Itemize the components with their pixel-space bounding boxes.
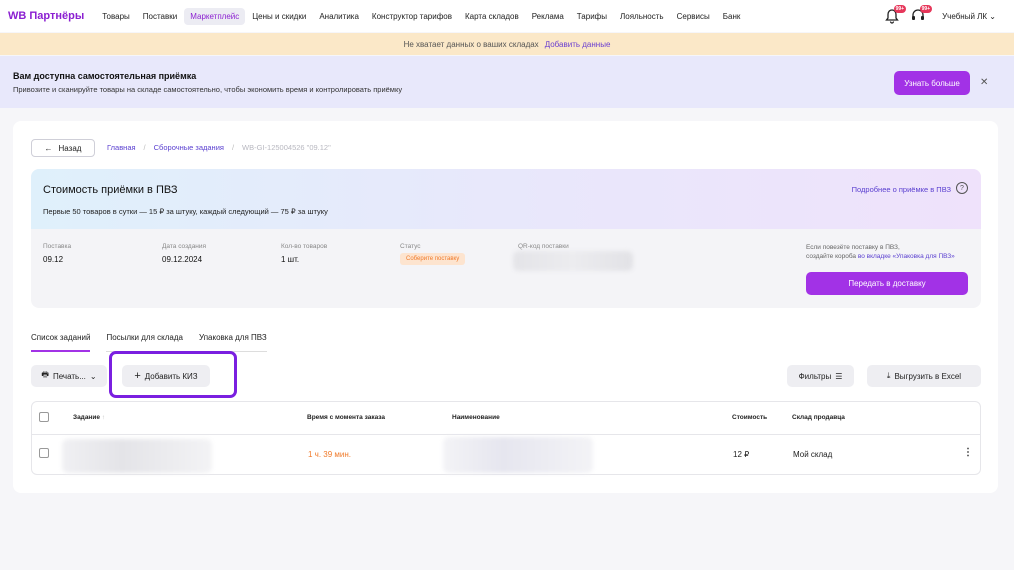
nav-item-prices[interactable]: Цены и скидки	[246, 8, 312, 25]
nav-item-supplies[interactable]: Поставки	[137, 8, 183, 25]
print-button[interactable]: 🖶 Печать... ⌄	[31, 365, 107, 387]
breadcrumb-current: WB-GI-125004526 "09.12"	[242, 143, 331, 152]
cost-title: Стоимость приёмки в ПВЗ	[43, 184, 178, 196]
col-header-task-label: Задание	[73, 414, 100, 421]
pvz-cost-block: Стоимость приёмки в ПВЗ Первые 50 товаро…	[31, 169, 981, 308]
col-header-time: Время с момента заказа	[307, 414, 386, 421]
breadcrumb-separator: /	[231, 143, 235, 152]
col-header-price: Стоимость	[732, 414, 768, 421]
field-value: 1 шт.	[281, 255, 300, 264]
qr-code-blurred	[513, 251, 633, 271]
chevron-down-icon: ⌄	[89, 371, 97, 381]
field-supply: Поставка 09.12	[43, 243, 71, 264]
sort-arrow-icon: ↑	[101, 414, 106, 421]
plus-icon: +	[134, 370, 141, 382]
field-label: QR-код поставки	[518, 243, 569, 250]
nav-item-tariffs[interactable]: Тарифы	[571, 8, 613, 25]
filters-button[interactable]: Фильтры ☰	[787, 365, 854, 387]
col-header-task[interactable]: Задание ↑	[73, 414, 105, 421]
print-label: Печать...	[52, 371, 86, 381]
field-label: Кол-во товаров	[281, 243, 328, 250]
transfer-to-delivery-button[interactable]: Передать в доставку	[806, 272, 968, 295]
notification-badge: 99+	[893, 5, 907, 13]
add-data-link[interactable]: Добавить данные	[545, 40, 611, 49]
field-label: Статус	[400, 243, 421, 250]
support-icon[interactable]: 99+	[910, 5, 933, 24]
tabs: Список заданий Посылки для склада Упаков…	[31, 333, 283, 352]
back-button[interactable]: ← Назад	[31, 139, 95, 157]
add-kiz-button[interactable]: + Добавить КИЗ	[122, 365, 210, 387]
add-kiz-label: Добавить КИЗ	[144, 371, 198, 381]
row-warehouse: Мой склад	[793, 450, 833, 459]
field-value: 09.12	[43, 255, 64, 264]
warning-text: Не хватает данных о ваших складах	[403, 39, 539, 49]
pvz-details-link[interactable]: Подробнее о приёмке в ПВЗ	[852, 185, 951, 194]
sliders-icon: ☰	[835, 371, 843, 381]
tab-task-list[interactable]: Список заданий	[31, 333, 91, 352]
field-created-date: Дата создания 09.12.2024	[162, 243, 206, 264]
field-label: Дата создания	[162, 243, 207, 250]
nav-right: 99+ 99+ Учебный ЛК ⌄	[884, 5, 996, 26]
tab-pvz-packaging[interactable]: Упаковка для ПВЗ	[198, 333, 267, 352]
pvz-note: Если повезёте поставку в ПВЗ, создайте к…	[806, 243, 955, 261]
breadcrumb-home[interactable]: Главная	[107, 143, 136, 152]
arrow-left-icon: ←	[44, 143, 53, 153]
product-name-blurred	[443, 437, 593, 473]
cost-subtitle: Первые 50 товаров в сутки — 15 ₽ за штук…	[43, 207, 328, 216]
nav-item-marketplace[interactable]: Маркетплейс	[184, 7, 246, 25]
bell-icon[interactable]: 99+	[884, 5, 907, 24]
col-header-warehouse: Склад продавца	[792, 414, 845, 421]
col-header-name: Наименование	[452, 414, 500, 421]
banner-text: Привозите и сканируйте товары на складе …	[13, 85, 403, 94]
question-icon[interactable]: ?	[956, 182, 968, 194]
chevron-down-icon: ⌄	[989, 11, 996, 21]
nav-item-bank[interactable]: Банк	[717, 8, 747, 25]
task-id-blurred	[62, 439, 212, 473]
row-checkbox[interactable]	[39, 448, 49, 458]
nav-item-ads[interactable]: Реклама	[526, 8, 570, 25]
cost-header-background	[31, 169, 981, 229]
learn-more-button[interactable]: Узнать больше	[894, 71, 970, 95]
printer-icon: 🖶	[41, 370, 49, 379]
packaging-tab-link[interactable]: во вкладке «Упаковка для ПВЗ»	[858, 253, 955, 260]
tasks-table: Задание ↑ Время с момента заказа Наимено…	[31, 401, 981, 475]
select-all-checkbox[interactable]	[39, 412, 49, 422]
status-badge: Соберите поставку	[400, 253, 466, 265]
breadcrumb-separator: /	[143, 143, 146, 152]
row-price: 12 ₽	[733, 450, 750, 459]
field-item-count: Кол-во товаров 1 шт.	[281, 243, 327, 264]
note-line-2: создайте короба	[806, 253, 857, 260]
more-options-icon[interactable]: ⋮	[963, 447, 973, 458]
self-acceptance-banner: Вам доступна самостоятельная приёмка При…	[0, 56, 1014, 108]
export-excel-label: Выгрузить в Excel	[894, 371, 962, 381]
nav-item-loyalty[interactable]: Лояльность	[614, 8, 670, 25]
nav-item-tariff-constructor[interactable]: Конструктор тарифов	[366, 8, 458, 25]
field-qr-code: QR-код поставки	[518, 243, 569, 250]
support-badge: 99+	[919, 5, 933, 13]
filters-label: Фильтры	[798, 371, 832, 381]
field-status: Статус Соберите поставку	[400, 243, 466, 265]
nav-item-services[interactable]: Сервисы	[671, 8, 716, 25]
nav-item-warehouse-map[interactable]: Карта складов	[459, 8, 525, 25]
tab-warehouse-parcels[interactable]: Посылки для склада	[106, 333, 183, 352]
row-time: 1 ч. 39 мин.	[308, 450, 352, 459]
export-excel-button[interactable]: ⤓ Выгрузить в Excel	[867, 365, 981, 387]
nav-item-products[interactable]: Товары	[96, 8, 136, 25]
download-icon: ⤓	[886, 371, 891, 380]
note-line-1: Если повезёте поставку в ПВЗ,	[806, 244, 900, 251]
logo[interactable]: WB Партнёры	[8, 10, 84, 22]
breadcrumb: Главная / Сборочные задания / WB-GI-1250…	[107, 143, 331, 152]
account-name: Учебный ЛК	[942, 11, 988, 21]
close-icon[interactable]: ✕	[980, 77, 988, 88]
top-navigation: WB Партнёры Товары Поставки Маркетплейс …	[0, 0, 1014, 32]
back-label: Назад	[58, 143, 82, 153]
nav-item-analytics[interactable]: Аналитика	[313, 8, 365, 25]
table-header: Задание ↑ Время с момента заказа Наимено…	[32, 402, 980, 435]
breadcrumb-assembly-tasks[interactable]: Сборочные задания	[154, 143, 224, 152]
account-menu[interactable]: Учебный ЛК ⌄	[942, 12, 996, 21]
field-label: Поставка	[43, 243, 72, 250]
banner-title: Вам доступна самостоятельная приёмка	[13, 71, 197, 81]
field-value: 09.12.2024	[162, 255, 203, 264]
warehouse-warning-bar: Не хватает данных о ваших складах Добави…	[0, 33, 1014, 55]
